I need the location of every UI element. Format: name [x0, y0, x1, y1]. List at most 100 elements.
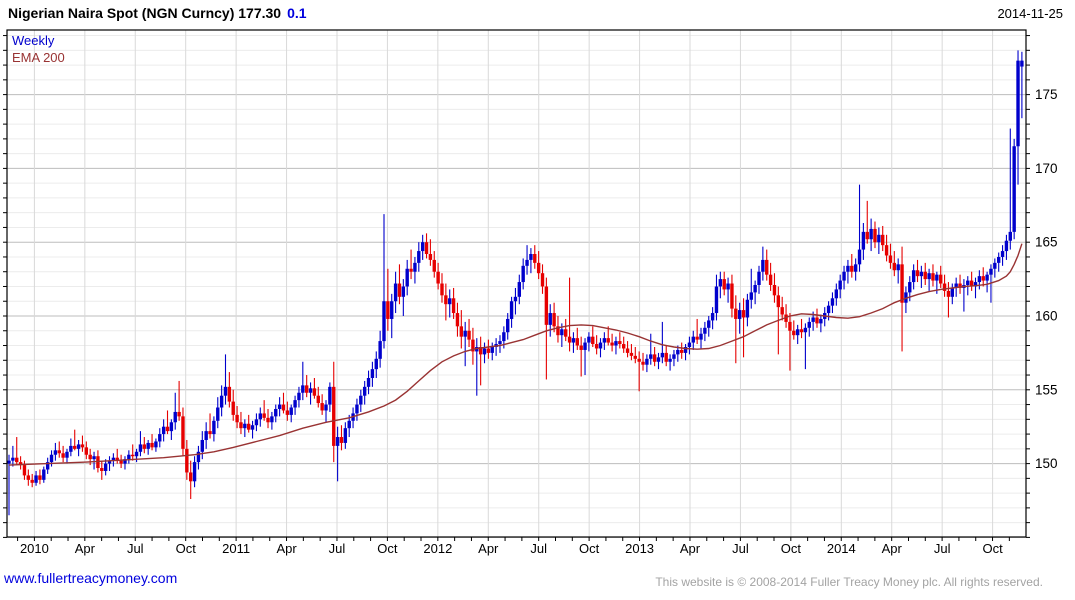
candle-body: [366, 377, 371, 387]
candle-up: [761, 246, 765, 281]
candle-down: [57, 441, 61, 458]
candle-body: [328, 386, 332, 405]
candle-body: [401, 286, 406, 297]
candle-body: [266, 417, 270, 423]
candle-body: [212, 420, 216, 435]
candle-down: [231, 389, 235, 421]
candle-body: [869, 228, 873, 240]
candle-body: [92, 456, 96, 460]
candle-up: [571, 332, 576, 353]
candle-body: [393, 283, 398, 302]
candle-up: [161, 419, 166, 442]
x-axis-label: Jul: [732, 541, 749, 556]
candle-down: [455, 302, 460, 337]
candle-body: [652, 354, 657, 362]
candle-down: [931, 264, 935, 287]
candle-body: [38, 475, 42, 480]
candle-body: [850, 265, 854, 272]
candle-down: [131, 444, 135, 461]
candle-body: [668, 358, 672, 362]
candle-down: [320, 394, 324, 415]
candle-body: [842, 271, 846, 281]
candle-up: [1016, 50, 1020, 185]
candle-body: [718, 279, 723, 287]
candle-down: [536, 251, 541, 280]
candle-body: [1008, 231, 1012, 241]
candle-body: [564, 329, 568, 337]
candle-body: [293, 400, 297, 408]
website-link[interactable]: www.fullertreacymoney.com: [4, 570, 177, 586]
candle-up: [819, 314, 823, 333]
candle-body: [88, 454, 92, 460]
candle-body: [873, 228, 877, 243]
candle-body: [397, 283, 402, 297]
candle-down: [741, 298, 746, 358]
candle-body: [811, 317, 815, 322]
candle-body: [424, 242, 429, 255]
candle-up: [691, 330, 695, 350]
candle-body: [42, 469, 46, 480]
candle-down: [486, 339, 491, 359]
x-axis-label: Oct: [579, 541, 600, 556]
candle-up: [869, 218, 873, 252]
candle-body: [1016, 60, 1020, 147]
candle-body: [277, 404, 282, 409]
candle-body: [908, 282, 912, 293]
candle-body: [896, 264, 900, 271]
x-axis-label: Oct: [781, 541, 802, 556]
plot-border: [6, 29, 1027, 538]
candle-up: [123, 456, 127, 470]
candle-body: [614, 341, 618, 346]
candle-body: [332, 386, 336, 446]
candle-body: [946, 290, 951, 297]
candle-up: [258, 407, 262, 427]
candle-up: [548, 304, 552, 337]
candle-body: [459, 326, 464, 337]
candle-up: [335, 426, 340, 482]
candle-down: [533, 245, 537, 269]
candle-body: [61, 453, 65, 458]
ema-line: [8, 243, 1023, 466]
candle-body: [161, 426, 166, 435]
candle-body: [826, 305, 831, 314]
candle-body: [598, 342, 603, 349]
candle-up: [1020, 51, 1024, 119]
vertical-grid-layer: [33, 30, 994, 537]
candle-up: [200, 431, 204, 460]
candle-down: [958, 274, 962, 294]
candle-body: [270, 416, 274, 423]
legend-timeframe: Weekly: [12, 33, 55, 48]
candle-up: [270, 411, 274, 430]
candle-up: [378, 330, 382, 368]
price-chart-canvas: 2010 Apr Jul Oct 2011 Apr Jul Oct 2012 Apr Jul Oct 2…: [3, 29, 1058, 556]
candle-body: [142, 444, 147, 449]
candle-body: [536, 262, 541, 274]
candle-down: [467, 318, 471, 347]
candle-body: [753, 285, 757, 293]
candle-body: [950, 287, 955, 297]
candle-up: [65, 448, 69, 464]
candle-body: [119, 460, 123, 464]
candle-body: [34, 475, 38, 483]
candle-body: [799, 329, 804, 333]
candle-body: [374, 358, 378, 370]
candle-body: [691, 336, 695, 343]
candle-body: [463, 330, 467, 337]
candle-down: [119, 454, 123, 469]
candle-up: [993, 258, 997, 278]
candle-up: [192, 456, 197, 488]
x-axis-label: 2012: [423, 541, 452, 556]
x-axis-label: Oct: [176, 541, 197, 556]
candle-down: [784, 304, 788, 328]
x-axis-label: Jul: [127, 541, 144, 556]
candle-body: [583, 342, 587, 350]
candle-body: [486, 348, 491, 353]
candle-down: [15, 437, 19, 466]
candle-body: [552, 313, 556, 327]
candle-up: [374, 351, 378, 378]
candle-body: [246, 423, 251, 430]
candle-up: [587, 332, 591, 352]
candle-body: [169, 422, 174, 432]
candle-up: [962, 279, 966, 312]
candle-up: [494, 338, 498, 356]
